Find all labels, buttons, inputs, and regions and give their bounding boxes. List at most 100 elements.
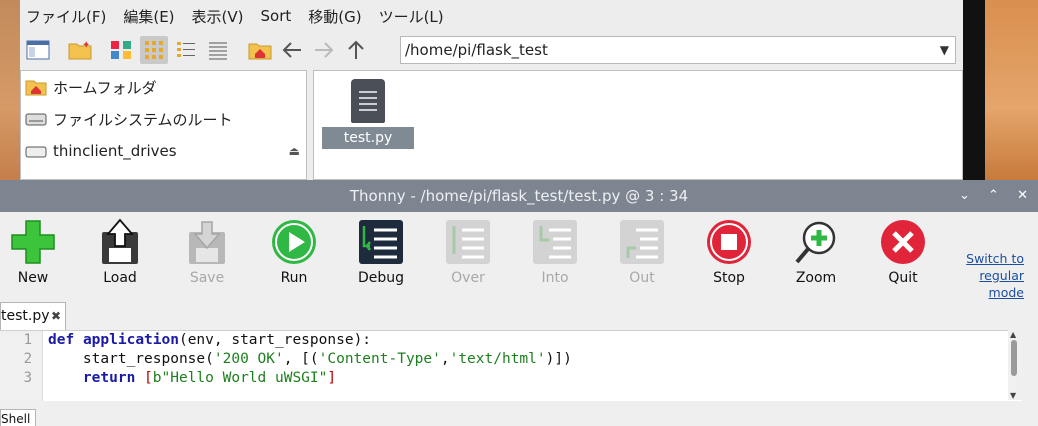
shell-tab-label: Shell: [1, 412, 31, 426]
close-icon[interactable]: ✕: [1017, 188, 1028, 203]
debug-button[interactable]: Debug: [346, 218, 416, 286]
run-label: Run: [280, 270, 308, 286]
switch-link-line-2: regular: [979, 268, 1024, 283]
hard-drive-icon: [25, 110, 47, 128]
icon-view-icon[interactable]: [108, 36, 136, 64]
quit-button[interactable]: Quit: [868, 218, 938, 286]
home-folder-icon[interactable]: [246, 36, 274, 64]
editor-scrollbar[interactable]: ▲ ▼: [1008, 330, 1022, 400]
editor-tab-row: test.py ✖: [0, 300, 1038, 330]
thumbnail-view-icon[interactable]: [140, 36, 168, 64]
load-label: Load: [103, 270, 137, 286]
maximize-icon[interactable]: ⌃: [988, 188, 999, 203]
step-into-button[interactable]: Into: [520, 218, 590, 286]
floppy-save-icon: [183, 218, 231, 266]
menu-go[interactable]: 移動(G): [308, 6, 361, 27]
thonny-toolbar: New Load Save Run Debug Over Into Out St…: [0, 212, 1038, 300]
sidebar-item-thinclient-drives[interactable]: thinclient_drives ⏏: [21, 135, 306, 167]
minimize-icon[interactable]: ⌄: [959, 188, 970, 203]
tab-label: test.py: [1, 308, 50, 324]
string-literal: 'text/html': [449, 351, 546, 367]
function-name: application: [82, 332, 179, 348]
menu-edit[interactable]: 編集(E): [123, 6, 174, 27]
compact-view-icon[interactable]: [172, 36, 200, 64]
step-over-icon: [444, 218, 492, 266]
file-manager-window: ファイル(F) 編集(E) 表示(V) Sort 移動(G) ツール(L) ✦: [20, 0, 963, 180]
menu-tools[interactable]: ツール(L): [379, 6, 444, 27]
code-bracket: ]: [327, 370, 337, 386]
code-line-1: def application(env, start_response):: [48, 331, 572, 350]
load-button[interactable]: Load: [85, 218, 155, 286]
sidebar-item-home[interactable]: ホームフォルダ: [21, 71, 306, 103]
zoom-label: Zoom: [795, 270, 837, 286]
sidebar-item-label: thinclient_drives: [53, 142, 177, 160]
over-label: Over: [451, 270, 485, 286]
back-arrow-icon[interactable]: [278, 36, 306, 64]
file-item-test-py[interactable]: test.py: [322, 79, 414, 149]
save-button[interactable]: Save: [172, 218, 242, 286]
code-fragment: (env, start_response):: [178, 332, 372, 348]
close-tab-icon[interactable]: ✖: [51, 303, 61, 329]
menu-file[interactable]: ファイル(F): [26, 6, 106, 27]
file-manager-menubar: ファイル(F) 編集(E) 表示(V) Sort 移動(G) ツール(L): [20, 0, 963, 32]
sidebar-item-label: ファイルシステムのルート: [53, 110, 233, 129]
string-literal: 'Content-Type': [318, 351, 441, 367]
code-line-3: return [b"Hello World uWSGI"]: [48, 369, 572, 388]
magnifier-icon: [792, 218, 840, 266]
plus-icon: [9, 218, 57, 266]
up-arrow-icon[interactable]: [342, 36, 370, 64]
scrollbar-thumb[interactable]: [1011, 340, 1017, 376]
scroll-up-icon[interactable]: ▲: [1010, 330, 1016, 339]
detailed-list-view-icon[interactable]: [204, 36, 232, 64]
line-number: 1: [23, 332, 32, 348]
tab-shell[interactable]: Shell: [0, 409, 36, 426]
eject-icon[interactable]: ⏏: [289, 144, 300, 158]
switch-link-line-3: mode: [988, 285, 1024, 300]
step-out-button[interactable]: Out: [607, 218, 677, 286]
forward-arrow-icon[interactable]: [310, 36, 338, 64]
file-view-pane: test.py: [313, 70, 963, 180]
thonny-titlebar: Thonny - /home/pi/flask_test/test.py @ 3…: [0, 180, 1038, 212]
menu-view[interactable]: 表示(V): [192, 6, 244, 27]
line-number-gutter: 1 2 3: [0, 331, 43, 401]
step-over-button[interactable]: Over: [433, 218, 503, 286]
scroll-down-icon[interactable]: ▼: [1010, 391, 1016, 400]
stop-icon: [705, 218, 753, 266]
sidebar-item-label: ホームフォルダ: [53, 78, 157, 97]
quit-label: Quit: [888, 270, 918, 286]
debug-icon: [357, 218, 405, 266]
new-label: New: [17, 270, 49, 286]
code-fragment: ,: [440, 351, 450, 367]
string-literal: '200 OK': [213, 351, 284, 367]
text-file-icon: [351, 79, 385, 123]
code-line-2: start_response('200 OK', [('Content-Type…: [48, 350, 572, 369]
code-editor[interactable]: 1 2 3 def application(env, start_respons…: [0, 330, 1022, 401]
zoom-button[interactable]: Zoom: [781, 218, 851, 286]
stop-button[interactable]: Stop: [694, 218, 764, 286]
new-window-icon[interactable]: [24, 36, 52, 64]
play-icon: [270, 218, 318, 266]
keyword-return: return: [48, 370, 136, 386]
code-fragment: start_response(: [48, 351, 214, 367]
window-controls: ⌄ ⌃ ✕: [945, 180, 1028, 212]
run-button[interactable]: Run: [259, 218, 329, 286]
location-path-text: /home/pi/flask_test: [405, 41, 548, 59]
path-history-dropdown-icon[interactable]: ▼: [940, 37, 949, 63]
quit-x-icon: [879, 218, 927, 266]
location-path-input[interactable]: /home/pi/flask_test ▼: [400, 36, 956, 64]
desktop-background-right: [985, 0, 1038, 180]
code-bracket: [: [135, 370, 153, 386]
code-fragment: )]): [545, 351, 572, 367]
switch-to-regular-mode-link[interactable]: Switch to regular mode: [958, 250, 1024, 301]
drive-icon: [25, 142, 47, 160]
tab-test-py[interactable]: test.py ✖: [0, 302, 66, 330]
desktop-background-left: [0, 0, 20, 180]
menu-sort[interactable]: Sort: [261, 7, 292, 25]
new-button[interactable]: New: [0, 218, 68, 286]
switch-link-line-1: Switch to: [966, 251, 1024, 266]
line-number: 3: [23, 370, 32, 386]
step-into-icon: [531, 218, 579, 266]
into-label: Into: [541, 270, 569, 286]
sidebar-item-filesystem-root[interactable]: ファイルシステムのルート: [21, 103, 306, 135]
new-folder-icon[interactable]: ✦: [66, 36, 94, 64]
